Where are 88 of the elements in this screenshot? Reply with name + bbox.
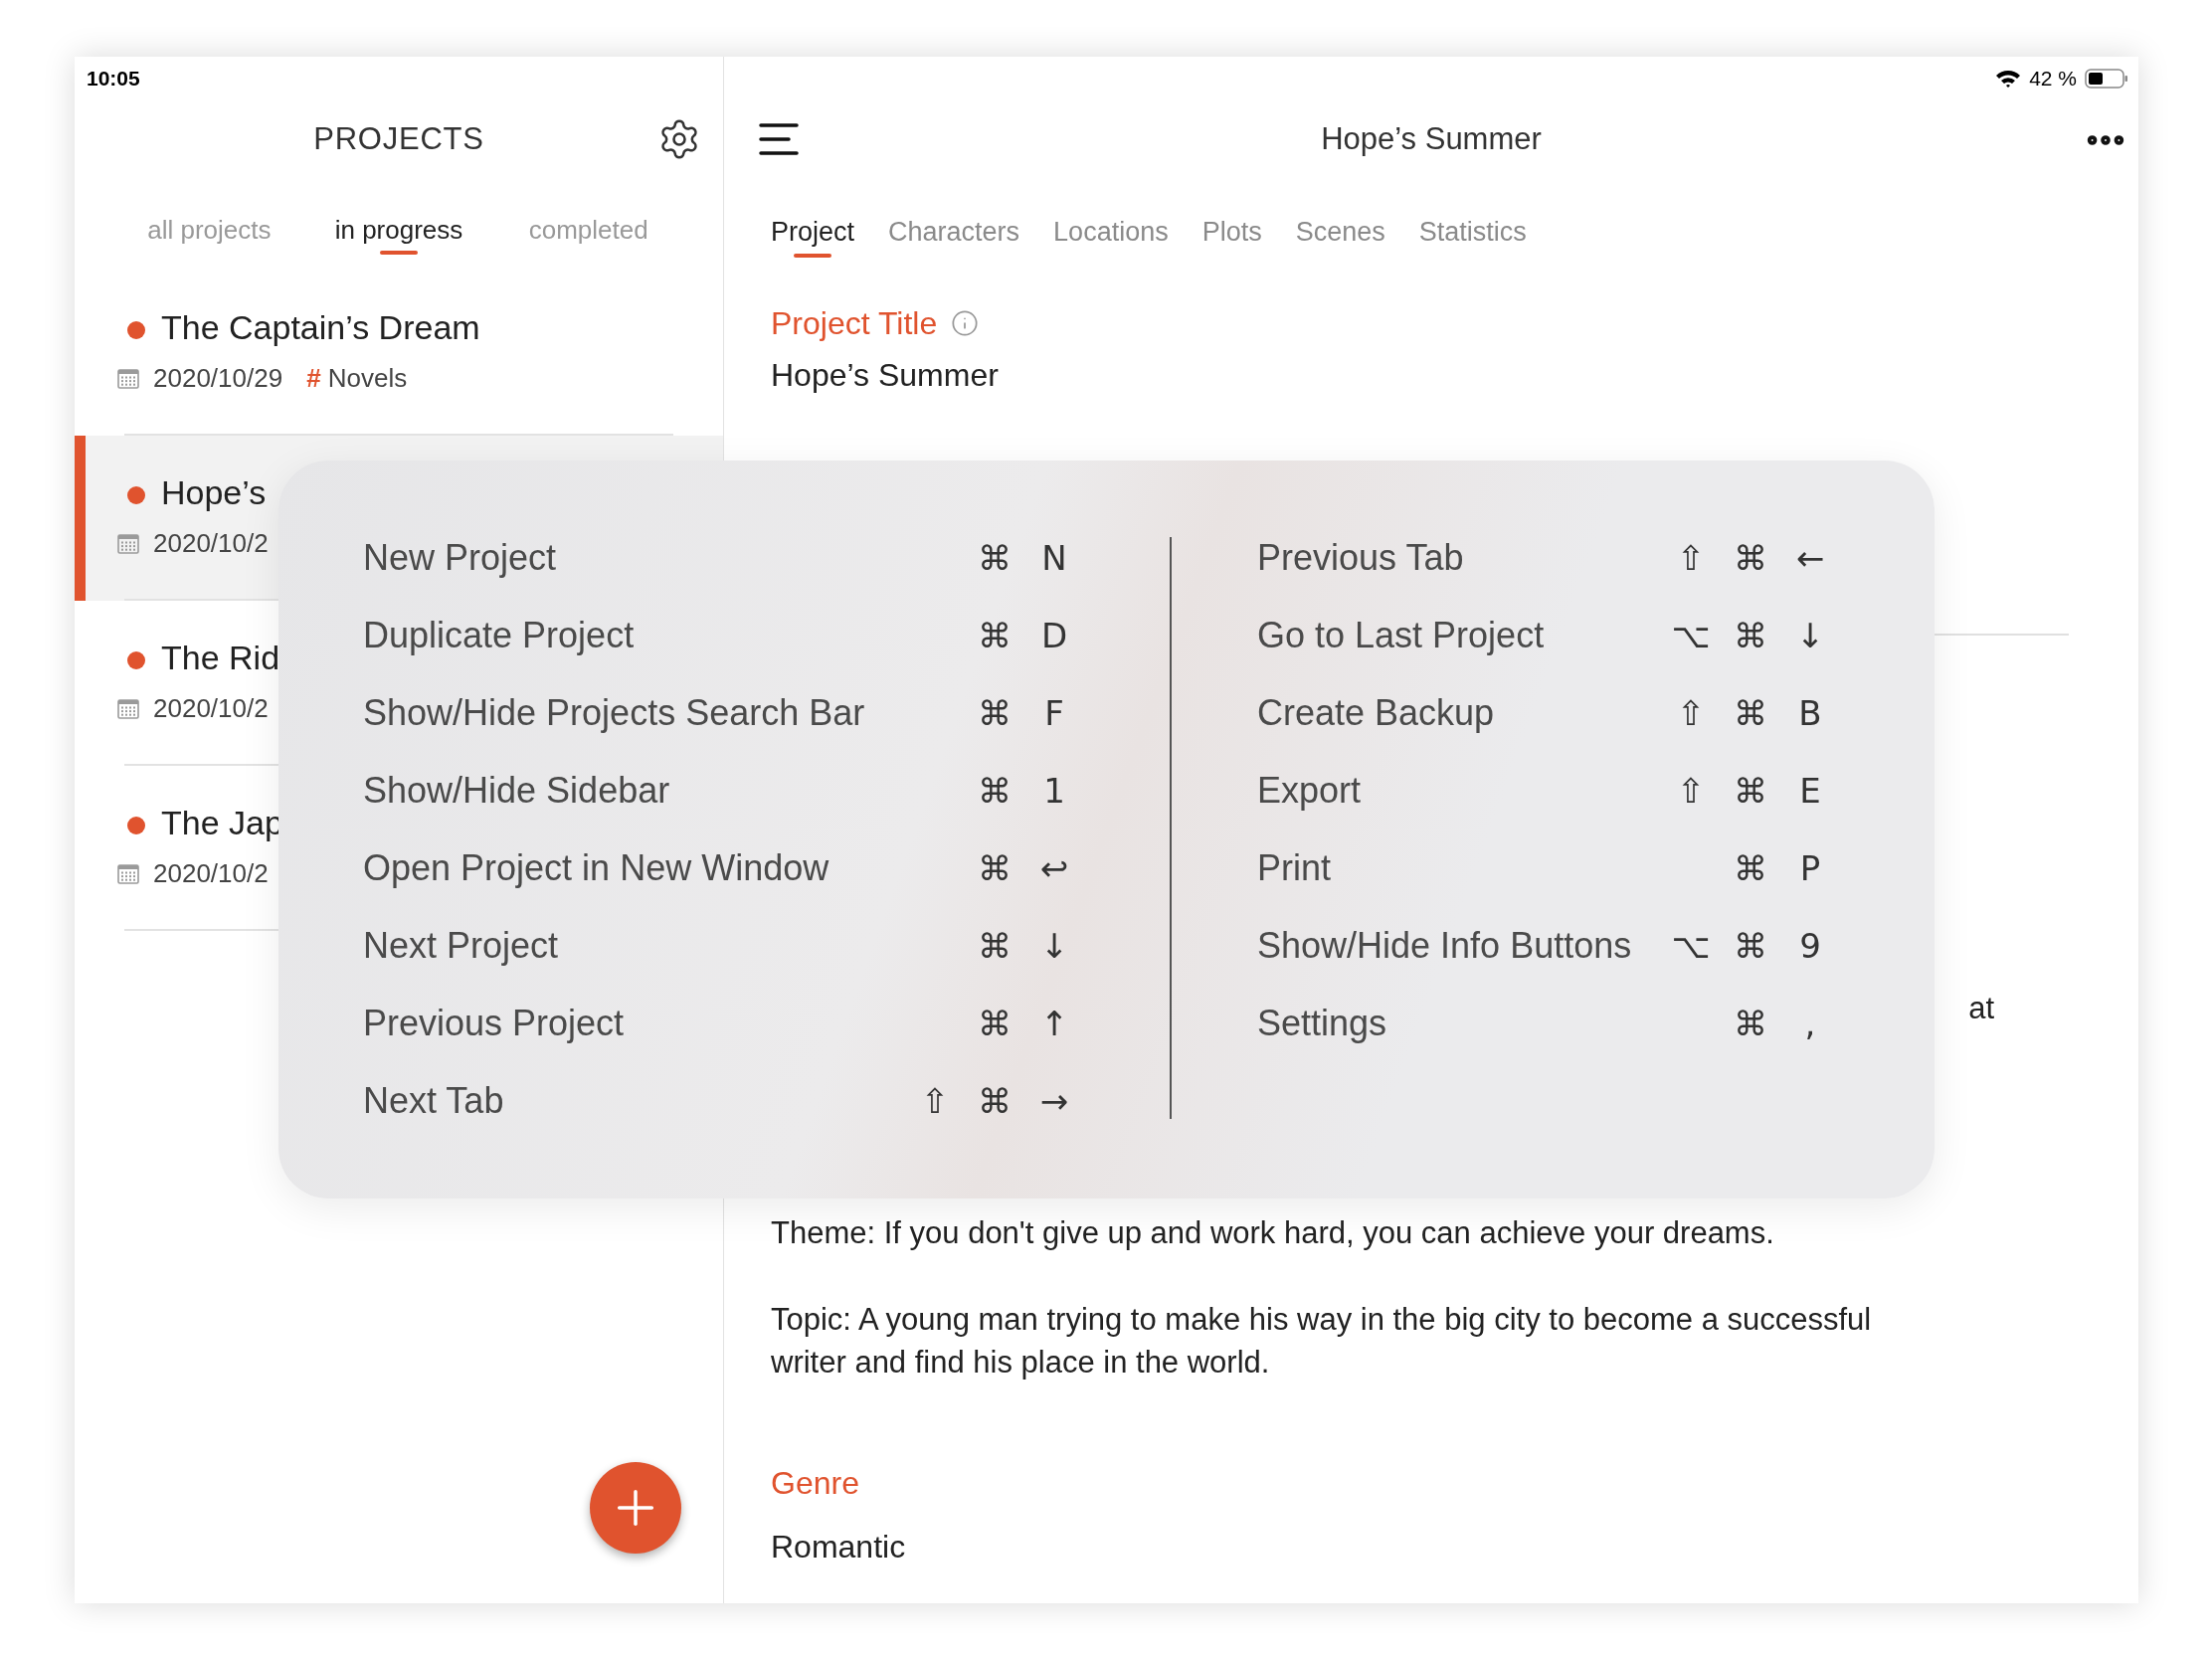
description-text: at (1968, 990, 1994, 1027)
filter-tab[interactable]: completed (528, 205, 648, 255)
calendar-icon (117, 862, 139, 885)
shortcut-key: ⌥ (1661, 610, 1721, 661)
shortcut-key: ⌘ (1721, 765, 1780, 817)
project-date: 2020/10/2 (153, 857, 269, 890)
shortcut-key: ← (1780, 532, 1840, 584)
shortcut-key: 1 (1024, 765, 1084, 817)
shortcut-label: Duplicate Project (363, 614, 636, 657)
tab[interactable]: Locations (1053, 206, 1169, 258)
shortcut-key: N (1024, 532, 1084, 584)
tab[interactable]: Plots (1201, 206, 1262, 258)
shortcut-label: Previous Project (363, 1002, 626, 1045)
project-date: 2020/10/2 (153, 692, 269, 725)
project-title: The Rid (161, 638, 280, 678)
shortcut-key: E (1780, 765, 1840, 817)
project-header-title: Hope’s Summer (1321, 119, 1542, 158)
project-date: 2020/10/29 (153, 362, 283, 395)
shortcut-key: ↓ (1780, 610, 1840, 661)
status-time: 10:05 (87, 65, 140, 92)
shortcut-key: ⌘ (1721, 842, 1780, 894)
info-icon[interactable] (951, 309, 980, 337)
shortcut-key: ⌘ (965, 765, 1024, 817)
tab[interactable]: Characters (888, 206, 1020, 258)
shortcut-label: Show/Hide Sidebar (363, 769, 671, 813)
menu-icon[interactable] (759, 121, 801, 157)
project-title: Hope’s (161, 472, 267, 513)
shortcut-key: ⇧ (905, 1075, 965, 1127)
shortcut-key: ⇧ (1661, 687, 1721, 739)
shortcut-key: ⇧ (1661, 532, 1721, 584)
sidebar-title: PROJECTS (313, 119, 484, 158)
shortcut-key: ⇧ (1661, 765, 1721, 817)
shortcut-label: New Project (363, 536, 558, 580)
shortcut-label: Export (1257, 769, 1363, 813)
calendar-icon (117, 367, 139, 390)
field-label: Genre (771, 1463, 859, 1503)
field-label: Project Title (771, 304, 938, 343)
shortcut-label: Show/Hide Info Buttons (1257, 924, 1633, 968)
field-value: Romantic (771, 1527, 906, 1567)
shortcut-label: Print (1257, 846, 1333, 890)
shortcut-key: ⌘ (965, 998, 1024, 1049)
shortcut-key: ⌘ (1721, 687, 1780, 739)
project-tag: # Novels (306, 359, 408, 398)
shortcut-key: ⌘ (965, 1075, 1024, 1127)
shortcut-key: ⌘ (965, 687, 1024, 739)
shortcut-label: Next Project (363, 924, 560, 968)
filter-tab[interactable]: all projects (147, 205, 272, 255)
add-project-button[interactable] (590, 1462, 681, 1554)
shortcut-label: Open Project in New Window (363, 846, 830, 890)
shortcut-key: ↩ (1024, 842, 1084, 894)
shortcut-key: ⌘ (965, 610, 1024, 661)
battery-icon (2085, 67, 2128, 90)
filter-tab[interactable]: in progress (334, 205, 463, 255)
shortcut-key: ⌘ (965, 532, 1024, 584)
shortcut-key: ⌘ (1721, 610, 1780, 661)
shortcut-key: , (1780, 998, 1840, 1049)
shortcut-key: ⌘ (1721, 920, 1780, 972)
shortcut-key: ⌘ (965, 842, 1024, 894)
shortcut-label: Go to Last Project (1257, 614, 1546, 657)
tab[interactable]: Project (771, 206, 855, 258)
shortcut-label: Next Tab (363, 1079, 505, 1123)
shortcut-key: D (1024, 610, 1084, 661)
shortcut-key: ⌥ (1661, 920, 1721, 972)
shortcut-key: P (1780, 842, 1840, 894)
project-title: The Captain’s Dream (161, 307, 480, 348)
battery-percent: 42 % (2029, 65, 2077, 92)
description-text: Theme: If you don't give up and work hard, you can achieve your dreams. (771, 1213, 1775, 1252)
shortcut-key: ↑ (1024, 998, 1084, 1049)
shortcut-label: Previous Tab (1257, 536, 1465, 580)
calendar-icon (117, 697, 139, 720)
calendar-icon (117, 532, 139, 555)
shortcut-label: Settings (1257, 1002, 1388, 1045)
shortcut-key: B (1780, 687, 1840, 739)
shortcut-key: ⌘ (965, 920, 1024, 972)
shortcut-label: Show/Hide Projects Search Bar (363, 691, 866, 735)
project-date: 2020/10/2 (153, 527, 269, 560)
description-text: Topic: A young man trying to make his way in the big city to become a successful writer and find his place in the world. (771, 1300, 1873, 1382)
shortcut-key: F (1024, 687, 1084, 739)
shortcut-key: ⌘ (1721, 998, 1780, 1049)
shortcut-key: → (1024, 1075, 1084, 1127)
tab[interactable]: Statistics (1418, 206, 1527, 258)
shortcut-key: ↓ (1024, 920, 1084, 972)
wifi-icon (1995, 68, 2022, 89)
shortcut-label: Create Backup (1257, 691, 1496, 735)
shortcut-key: 9 (1780, 920, 1840, 972)
tab[interactable]: Scenes (1295, 206, 1385, 258)
field-value: Hope’s Summer (771, 356, 999, 395)
shortcut-key: ⌘ (1721, 532, 1780, 584)
